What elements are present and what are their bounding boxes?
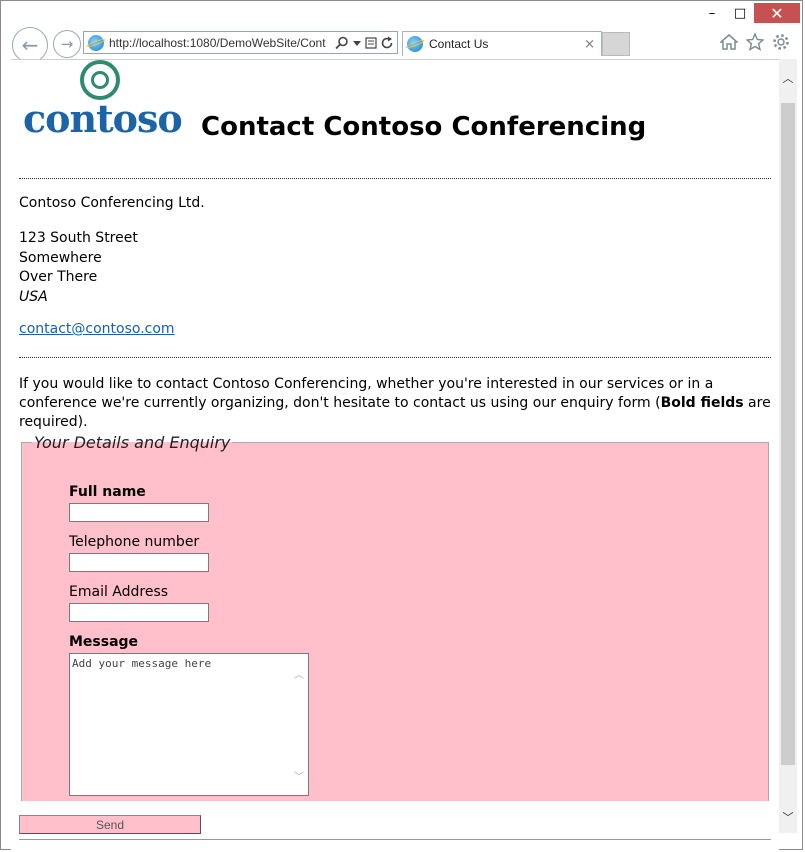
page-content: contoso Contact Contoso Conferencing Con…	[11, 60, 771, 840]
window-controls: – □ ✕	[698, 3, 800, 25]
textarea-scroll-up-icon[interactable]: ︿	[294, 666, 304, 681]
header-divider	[19, 178, 771, 179]
section-divider	[19, 357, 771, 358]
forward-button[interactable]: →	[53, 30, 81, 58]
home-icon[interactable]	[720, 33, 738, 51]
message-placeholder: Add your message here	[72, 657, 212, 670]
address-bar[interactable]: http://localhost:1080/DemoWebSite/Cont	[83, 31, 398, 54]
tab-close-icon[interactable]: ×	[584, 37, 595, 52]
tab-contact-us[interactable]: Contact Us ×	[402, 31, 602, 56]
intro-text-start: If you would like to contact Contoso Con…	[19, 376, 714, 411]
page-title: Contact Contoso Conferencing	[201, 112, 647, 142]
logo-text: contoso	[23, 96, 183, 141]
page-scrollbar[interactable]: ︿ ﹀	[779, 59, 797, 833]
email-address-label: Email Address	[69, 584, 169, 600]
minimize-button[interactable]: –	[698, 3, 726, 23]
navigation-bar: ← → http://localhost:1080/DemoWebSite/Co…	[1, 27, 802, 63]
back-button[interactable]: ←	[12, 27, 48, 63]
organization-name: Contoso Conferencing Ltd.	[19, 195, 205, 211]
ie-tab-icon	[407, 36, 423, 52]
favorites-star-icon[interactable]	[746, 33, 764, 51]
browser-window: – □ ✕ ← → http://localhost:1080/DemoWebS…	[0, 0, 803, 850]
address-line-2: Somewhere	[19, 249, 102, 266]
textarea-scroll-down-icon[interactable]: ﹀	[294, 768, 304, 783]
postal-address: 123 South Street Somewhere Over There US…	[19, 229, 138, 307]
ie-page-icon	[88, 34, 104, 51]
address-url[interactable]: http://localhost:1080/DemoWebSite/Cont	[109, 36, 331, 50]
page-viewport: contoso Contact Contoso Conferencing Con…	[11, 59, 779, 850]
address-line-1: 123 South Street	[19, 230, 138, 246]
intro-bold-text: Bold fields	[660, 395, 744, 411]
logo-inner-ring-icon	[91, 71, 109, 89]
scroll-up-icon[interactable]: ︿	[779, 69, 797, 87]
email-address-input[interactable]	[69, 603, 209, 622]
intro-paragraph: If you would like to contact Contoso Con…	[19, 375, 771, 432]
email-address-field: Email Address	[69, 584, 209, 622]
send-button[interactable]: Send	[19, 815, 201, 834]
message-label: Message	[69, 634, 139, 650]
full-name-label: Full name	[69, 484, 146, 500]
maximize-button[interactable]: □	[726, 3, 754, 23]
contoso-logo: contoso	[23, 60, 183, 141]
page-header: contoso Contact Contoso Conferencing	[11, 60, 771, 177]
full-name-input[interactable]	[69, 503, 209, 522]
telephone-input[interactable]	[69, 553, 209, 572]
footer-divider	[19, 839, 771, 840]
full-name-field: Full name	[69, 484, 209, 522]
tab-title: Contact Us	[429, 37, 489, 51]
telephone-label: Telephone number	[69, 534, 200, 550]
new-tab-button[interactable]	[602, 32, 630, 56]
close-window-button[interactable]: ✕	[754, 3, 800, 23]
enquiry-form: Your Details and Enquiry Full name Telep…	[21, 433, 769, 801]
back-arrow-icon: ←	[21, 33, 39, 57]
settings-gear-icon[interactable]	[772, 33, 790, 51]
search-icon[interactable]	[335, 36, 349, 50]
compat-view-icon[interactable]	[365, 36, 377, 50]
address-line-3: Over There	[19, 269, 98, 285]
message-textarea[interactable]: Add your message here ︿ ﹀	[69, 653, 309, 796]
form-legend: Your Details and Enquiry	[34, 433, 231, 452]
forward-arrow-icon: →	[60, 35, 74, 53]
address-country: USA	[19, 288, 48, 305]
refresh-icon[interactable]	[381, 36, 394, 50]
email-link[interactable]: contact@contoso.com	[19, 321, 175, 337]
telephone-field: Telephone number	[69, 534, 209, 572]
scroll-down-icon[interactable]: ﹀	[779, 808, 797, 826]
message-field: Message Add your message here ︿ ﹀	[69, 634, 309, 796]
scrollbar-thumb[interactable]	[781, 103, 795, 765]
dropdown-icon[interactable]	[353, 36, 361, 50]
